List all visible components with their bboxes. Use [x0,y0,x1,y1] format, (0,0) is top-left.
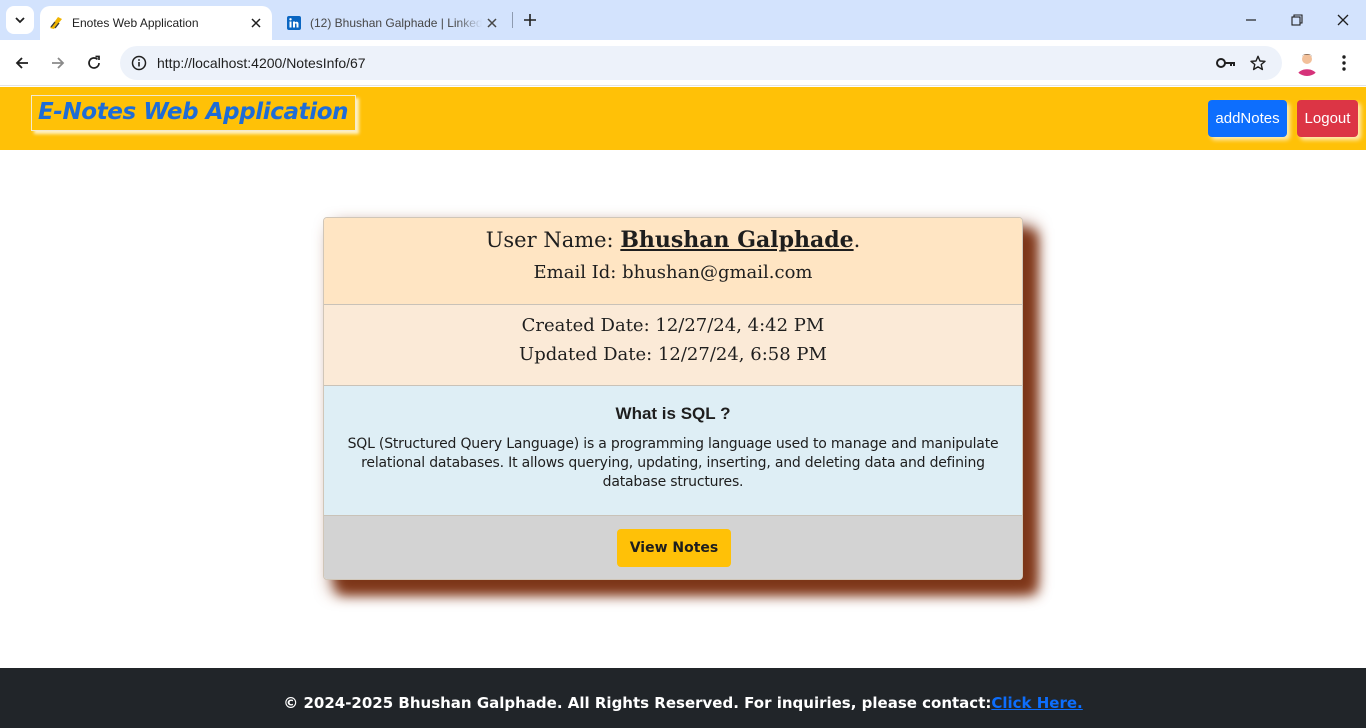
note-title: What is SQL ? [615,404,731,423]
note-info-card: User Name: Bhushan Galphade. Email Id: b… [323,217,1023,580]
close-icon [1337,14,1349,26]
close-tab-icon[interactable] [482,13,502,33]
password-key-icon[interactable] [1210,49,1242,77]
created-date: Created Date: 12/27/24, 4:42 PM [521,315,825,336]
close-tab-icon[interactable] [246,13,266,33]
email-line: Email Id: bhushan@gmail.com [533,262,813,283]
tab-title: Enotes Web Application [72,16,199,30]
reload-icon [88,55,100,69]
browser-menu-button[interactable] [1330,49,1358,77]
tab-separator [512,12,513,28]
page-footer: © 2024-2025 Bhushan Galphade. All Rights… [0,668,1366,728]
linkedin-favicon-icon [286,15,302,31]
url-text[interactable]: http://localhost:4200/NotesInfo/67 [154,55,1210,71]
card-footer-section: View Notes [324,516,1022,579]
reload-button[interactable] [80,49,108,77]
tab-linkedin[interactable]: (12) Bhushan Galphade | LinkedIn [278,6,508,40]
forward-button[interactable] [44,49,72,77]
footer-text: © 2024-2025 Bhushan Galphade. All Rights… [283,694,992,712]
chevron-down-icon [15,17,25,24]
tab-title: (12) Bhushan Galphade | LinkedIn [310,16,482,30]
close-window-button[interactable] [1329,6,1357,34]
brand-title[interactable]: E-Notes Web Application [31,95,357,131]
plus-icon [524,14,536,26]
contact-link[interactable]: Click Here. [991,694,1082,712]
minimize-button[interactable] [1237,6,1265,34]
user-info-section: User Name: Bhushan Galphade. Email Id: b… [324,218,1022,305]
user-name-suffix: . [853,228,861,252]
note-body-section: What is SQL ? SQL (Structured Query Lang… [324,386,1022,516]
logout-button[interactable]: Logout [1297,100,1358,137]
bookmark-star-icon[interactable] [1242,49,1274,77]
user-name: Bhushan Galphade [620,227,854,253]
tab-search-button[interactable] [6,6,34,34]
arrow-left-icon [15,57,28,69]
browser-tab-strip: Enotes Web Application (12) Bhushan Galp… [0,0,1366,40]
browser-toolbar: http://localhost:4200/NotesInfo/67 [0,40,1366,86]
profile-avatar[interactable] [1294,50,1320,76]
enotes-favicon-icon [48,15,64,31]
dates-section: Created Date: 12/27/24, 4:42 PM Updated … [324,305,1022,386]
tab-enotes[interactable]: Enotes Web Application [40,6,272,40]
back-button[interactable] [8,49,36,77]
user-name-label: User Name: [485,228,621,252]
updated-date: Updated Date: 12/27/24, 6:58 PM [519,344,827,365]
footer-line: © 2024-2025 Bhushan Galphade. All Rights… [0,668,1366,712]
note-description: SQL (Structured Query Language) is a pro… [347,436,999,490]
minimize-icon [1246,19,1256,21]
restore-button[interactable] [1283,6,1311,34]
restore-icon [1291,14,1303,26]
add-notes-button[interactable]: addNotes [1208,100,1287,137]
address-bar[interactable]: http://localhost:4200/NotesInfo/67 [120,46,1282,80]
avatar-icon [1294,50,1320,76]
site-info-icon[interactable] [124,55,154,71]
more-vertical-icon [1342,55,1346,71]
new-tab-button[interactable] [518,8,542,32]
arrow-right-icon [52,57,65,69]
user-name-line: User Name: Bhushan Galphade. [324,218,1022,253]
app-navbar: E-Notes Web Application addNotes Logout [0,87,1366,150]
view-notes-button[interactable]: View Notes [617,529,731,567]
